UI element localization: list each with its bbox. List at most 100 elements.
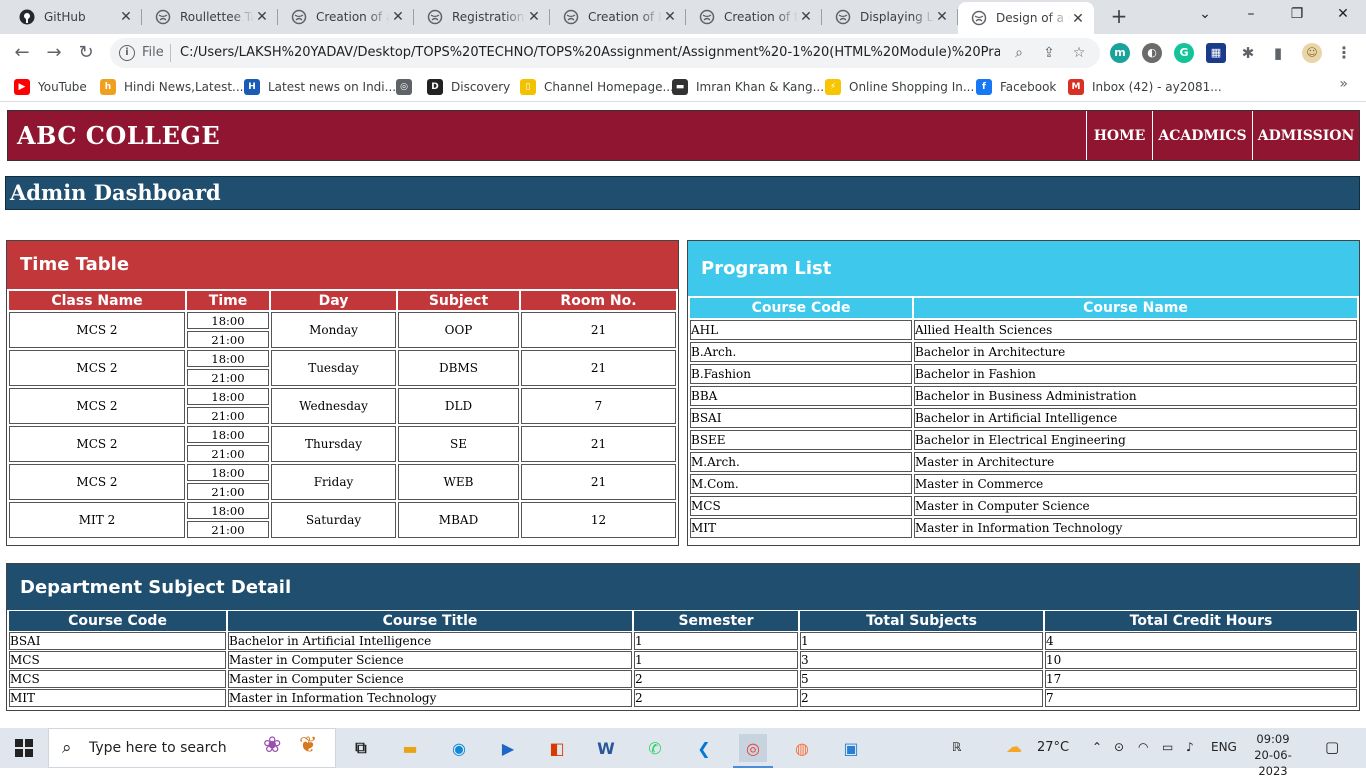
site-info-icon[interactable]: i xyxy=(119,45,135,61)
room-cell: 7 xyxy=(521,388,676,424)
nav-home[interactable]: HOME xyxy=(1086,111,1152,160)
photos-icon[interactable]: ▣ xyxy=(837,734,865,762)
bookmark-label: Facebook xyxy=(1000,80,1057,94)
windows-taskbar: ⌕ Type here to search ❀ ❦ ⧉ ▬ ◉ ▶ ◧ W ✆ … xyxy=(0,728,1366,778)
dashboard-bar: Admin Dashboard xyxy=(5,176,1360,210)
bookmark-star-icon[interactable]: ☆ xyxy=(1070,44,1088,62)
bookmarks-overflow-icon[interactable]: » xyxy=(1339,76,1348,92)
show-hidden-icons[interactable]: ⌃ xyxy=(1092,740,1102,754)
bookmark-item[interactable]: D Discovery xyxy=(427,78,510,96)
share-icon[interactable]: ⇪ xyxy=(1040,44,1058,62)
edge-icon[interactable]: ◉ xyxy=(445,734,473,762)
menu-kebab-icon[interactable]: ⋮ xyxy=(1334,43,1354,63)
grammarly-icon[interactable]: G xyxy=(1174,43,1194,63)
meet-now-icon[interactable]: ⊙ xyxy=(1114,740,1124,754)
site-header: ABC COLLEGE HOME ACADMICS ADMISSION xyxy=(7,110,1360,161)
bookmark-item[interactable]: ▶ YouTube xyxy=(14,78,87,96)
tab-close-icon[interactable]: ✕ xyxy=(1070,11,1086,27)
tab-close-icon[interactable]: ✕ xyxy=(798,9,814,25)
table-row: M.Arch. Master in Architecture xyxy=(690,452,1357,472)
word-icon[interactable]: W xyxy=(592,734,620,762)
weather-icon[interactable]: ☁ xyxy=(1006,737,1022,756)
semester-cell: 1 xyxy=(634,632,798,650)
tab-search-button[interactable]: ⌄ xyxy=(1182,0,1228,30)
subject-cell: DLD xyxy=(398,388,519,424)
nav-academics[interactable]: ACADMICS xyxy=(1152,111,1252,160)
firefox-icon[interactable]: ◍ xyxy=(788,734,816,762)
class-name-cell: MCS 2 xyxy=(9,350,185,386)
taskbar-search[interactable]: ⌕ Type here to search ❀ ❦ xyxy=(48,728,336,768)
url-text[interactable]: C:/Users/LAKSH%20YADAV/Desktop/TOPS%20TE… xyxy=(180,45,1000,60)
browser-tab[interactable]: Displaying Lis✕ xyxy=(822,0,958,34)
table-row: MCS Master in Computer Science 1 3 10 xyxy=(9,651,1357,669)
wifi-icon[interactable]: ◠ xyxy=(1138,740,1148,754)
back-button[interactable]: ← xyxy=(8,39,36,67)
extension-ghost-icon[interactable]: ◐ xyxy=(1142,43,1162,63)
tab-close-icon[interactable]: ✕ xyxy=(118,9,134,25)
extension-color-icon[interactable]: ▦ xyxy=(1206,43,1226,63)
side-panel-icon[interactable]: ▮ xyxy=(1268,43,1288,63)
file-explorer-icon[interactable]: ▬ xyxy=(396,734,424,762)
browser-tab[interactable]: Registration F✕ xyxy=(414,0,550,34)
subject-cell: MBAD xyxy=(398,502,519,538)
bookmark-item[interactable]: M Inbox (42) - ay2081... xyxy=(1068,78,1222,96)
language-indicator[interactable]: ENG xyxy=(1211,740,1237,754)
course-code-cell: MCS xyxy=(9,670,226,688)
extensions-puzzle-icon[interactable]: ✱ xyxy=(1238,43,1258,63)
office-icon[interactable]: ◧ xyxy=(543,734,571,762)
profile-avatar[interactable]: ☺ xyxy=(1302,43,1322,63)
close-window-button[interactable]: ✕ xyxy=(1320,0,1366,30)
browser-tab[interactable]: GitHub ✕ xyxy=(6,0,142,34)
reload-button[interactable]: ↻ xyxy=(72,39,100,67)
battery-icon[interactable]: ▭ xyxy=(1162,740,1173,754)
nav-admission[interactable]: ADMISSION xyxy=(1252,111,1359,160)
start-time-cell: 18:00 xyxy=(187,464,269,481)
minimize-button[interactable]: – xyxy=(1228,0,1274,30)
timetable-header-class: Class Name xyxy=(9,291,185,310)
vscode-icon[interactable]: ❮ xyxy=(690,734,718,762)
class-name-cell: MCS 2 xyxy=(9,464,185,500)
media-player-icon[interactable]: ▶ xyxy=(494,734,522,762)
people-icon[interactable]: ℝ xyxy=(952,740,962,754)
bookmark-item[interactable]: ⚡ Online Shopping In... xyxy=(825,78,974,96)
course-name-cell: Bachelor in Architecture xyxy=(914,342,1357,362)
program-header-name: Course Name xyxy=(914,298,1357,318)
browser-tab[interactable]: Creation of th✕ xyxy=(686,0,822,34)
zoom-icon[interactable]: ⌕ xyxy=(1010,44,1028,62)
chrome-icon[interactable]: ◎ xyxy=(733,734,773,768)
weather-temp[interactable]: 27°C xyxy=(1037,740,1069,755)
page-title: Admin Dashboard xyxy=(10,180,221,205)
whatsapp-icon[interactable]: ✆ xyxy=(641,734,669,762)
address-bar[interactable]: i File C:/Users/LAKSH%20YADAV/Desktop/TO… xyxy=(110,38,1100,68)
bookmark-item[interactable]: f Facebook xyxy=(976,78,1056,96)
tab-close-icon[interactable]: ✕ xyxy=(934,9,950,25)
browser-tab[interactable]: Roullettee Table✕ xyxy=(142,0,278,34)
dept-header-title: Course Title xyxy=(228,611,632,631)
volume-icon[interactable]: ♪ xyxy=(1186,740,1194,754)
tab-close-icon[interactable]: ✕ xyxy=(390,9,406,25)
browser-tab[interactable]: Creation of a ✕ xyxy=(278,0,414,34)
start-button[interactable] xyxy=(0,728,48,768)
tab-close-icon[interactable]: ✕ xyxy=(662,9,678,25)
bookmark-item[interactable]: H Latest news on Indi... xyxy=(244,78,396,96)
extension-m-icon[interactable]: m xyxy=(1110,43,1130,63)
day-cell: Wednesday xyxy=(271,388,396,424)
course-code-cell: MCS xyxy=(9,651,226,669)
tab-close-icon[interactable]: ✕ xyxy=(526,9,542,25)
new-tab-button[interactable]: + xyxy=(1107,5,1131,29)
notifications-icon[interactable]: ▢ xyxy=(1325,738,1339,756)
forward-button[interactable]: → xyxy=(40,39,68,67)
course-code-cell: MIT xyxy=(690,518,912,538)
dept-header-credits: Total Credit Hours xyxy=(1045,611,1357,631)
browser-tab[interactable]: Design of a C ✕ xyxy=(958,2,1094,34)
bookmark-item[interactable]: h Hindi News,Latest... xyxy=(100,78,244,96)
bookmark-item[interactable]: ▬ Imran Khan & Kang... xyxy=(672,78,824,96)
maximize-button[interactable]: ❐ xyxy=(1274,0,1320,30)
tab-close-icon[interactable]: ✕ xyxy=(254,9,270,25)
bookmark-item[interactable]: ◎ xyxy=(396,78,420,96)
search-placeholder: Type here to search xyxy=(89,740,227,756)
system-clock[interactable]: 09:09 20-06-2023 xyxy=(1240,731,1306,779)
browser-tab[interactable]: Creation of In ✕ xyxy=(550,0,686,34)
bookmark-item[interactable]: ▯ Channel Homepage... xyxy=(520,78,674,96)
task-view-icon[interactable]: ⧉ xyxy=(347,734,375,762)
